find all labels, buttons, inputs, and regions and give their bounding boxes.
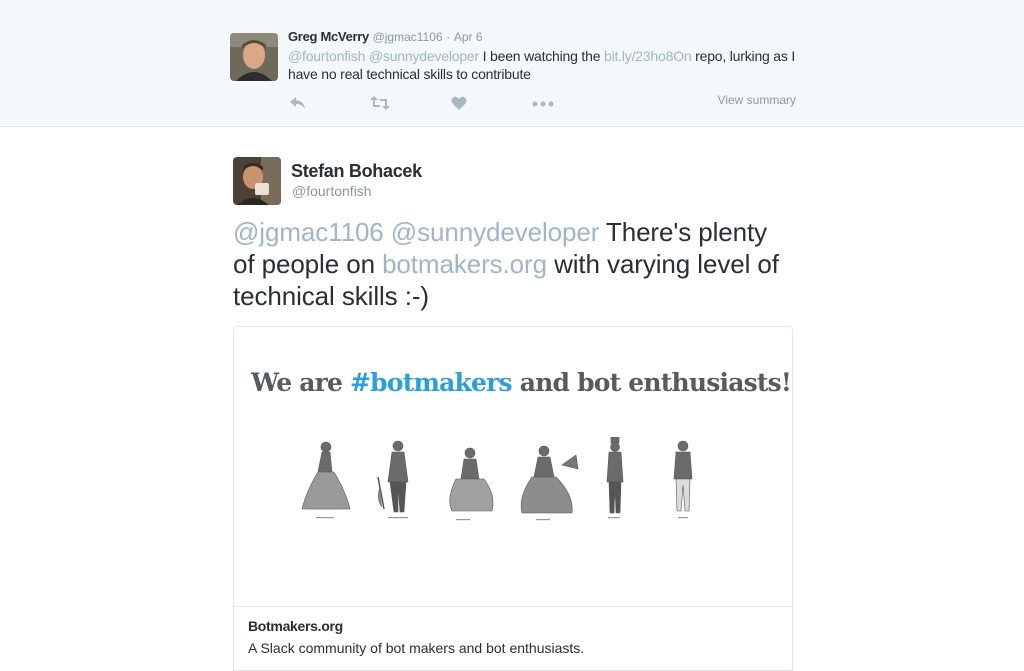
view-summary-link[interactable]: View summary: [718, 93, 796, 107]
avatar[interactable]: [230, 33, 278, 81]
vintage-figures-illustration: [301, 437, 693, 521]
author-handle[interactable]: @fourtonfish: [292, 183, 372, 199]
like-icon[interactable]: [451, 95, 532, 113]
more-icon[interactable]: [532, 95, 613, 113]
author-handle[interactable]: @jgmac1106: [373, 30, 443, 44]
card-description: A Slack community of bot makers and bot …: [248, 640, 585, 656]
mention-link[interactable]: @jgmac1106: [233, 217, 384, 247]
card-image[interactable]: We are #botmakers and bot enthusiasts!: [234, 327, 792, 607]
tweet-text: @fourtonfish @sunnydeveloper I been watc…: [288, 47, 798, 83]
retweet-icon[interactable]: [370, 95, 451, 113]
tweet-actions: [289, 95, 613, 113]
tweet-text: @jgmac1106 @sunnydeveloper There's plent…: [233, 216, 793, 312]
heading-hashtag: #botmakers: [350, 368, 513, 397]
parent-tweet: Greg McVerry @jgmac1106 · Apr 6 @fourton…: [0, 0, 1024, 127]
mention-link[interactable]: @sunnydeveloper: [369, 48, 479, 64]
heading-text: We are: [251, 368, 343, 397]
author-name[interactable]: Greg McVerry: [288, 29, 369, 44]
heading-text: and bot enthusiasts!: [519, 368, 792, 397]
author-name[interactable]: Stefan Bohacek: [291, 161, 422, 182]
url-link[interactable]: botmakers.org: [382, 249, 547, 279]
url-link[interactable]: bit.ly/23ho8On: [604, 48, 692, 64]
card-image-heading: We are #botmakers and bot enthusiasts!: [251, 368, 792, 397]
card-title[interactable]: Botmakers.org: [248, 618, 343, 634]
mention-link[interactable]: @sunnydeveloper: [391, 217, 600, 247]
mention-link[interactable]: @fourtonfish: [288, 48, 365, 64]
separator: ·: [446, 30, 451, 44]
tweet-text-part: I been watching the: [482, 48, 601, 64]
avatar[interactable]: [233, 157, 281, 205]
link-card[interactable]: We are #botmakers and bot enthusiasts! B…: [233, 326, 793, 671]
tweet-date[interactable]: Apr 6: [454, 30, 483, 44]
tweet-header: Greg McVerry @jgmac1106 · Apr 6: [288, 29, 483, 44]
reply-icon[interactable]: [289, 95, 370, 113]
